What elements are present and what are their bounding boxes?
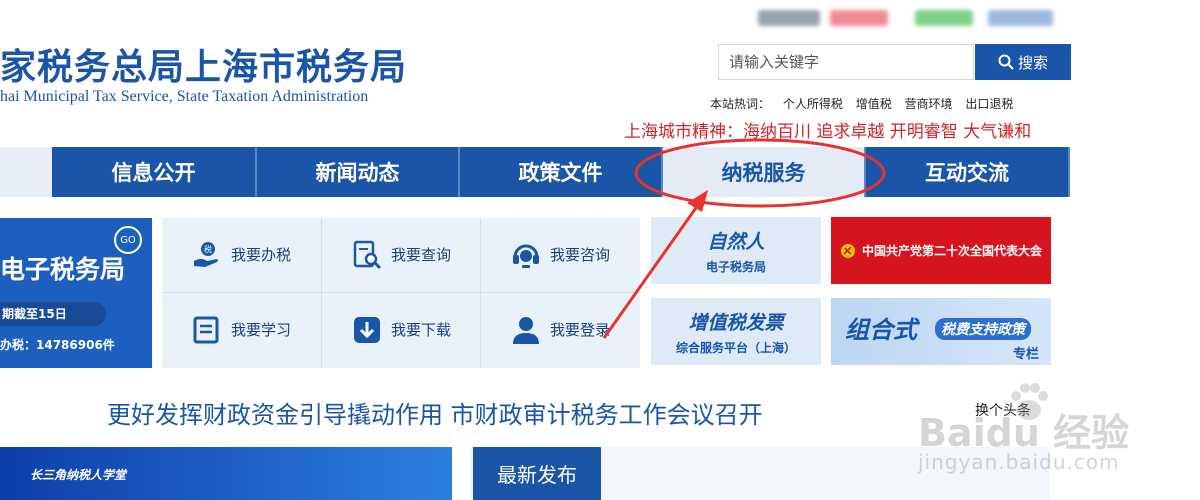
hot-keywords-label: 本站热词：	[710, 97, 771, 111]
svg-text:税: 税	[204, 244, 212, 254]
policy-big: 组合式	[845, 316, 917, 344]
policy-middle: 税费支持政策	[935, 318, 1031, 340]
card-subtitle: 综合服务平台（上海）	[675, 340, 796, 355]
service-query[interactable]: 我要查询	[322, 218, 480, 291]
site-title: 家税务总局上海市税务局	[0, 47, 408, 88]
search-button[interactable]: 搜索	[975, 44, 1071, 80]
nav-home-tab[interactable]	[0, 147, 52, 197]
watermark-url: jingyan.baidu.com	[918, 450, 1120, 474]
service-learn[interactable]: 我要学习	[162, 293, 320, 366]
blurred-link[interactable]	[830, 10, 888, 26]
baidu-watermark: Baidu 经验 jingyan.baidu.com	[918, 378, 1200, 500]
user-icon	[510, 314, 542, 346]
service-do-tax[interactable]: 税 我要办税	[162, 218, 320, 291]
party-emblem-icon	[840, 243, 855, 258]
vat-invoice-platform-card[interactable]: 增值税发票 综合服务平台（上海）	[651, 298, 821, 365]
service-login[interactable]: 我要登录	[481, 293, 639, 366]
service-label: 我要查询	[390, 246, 451, 264]
nav-item-tax-service[interactable]: 纳税服务	[663, 147, 866, 197]
hot-keyword-link[interactable]: 增值税	[856, 97, 892, 111]
service-label: 我要办税	[230, 246, 291, 264]
go-icon[interactable]: GO	[114, 226, 142, 254]
search-input[interactable]: 请输入关键字	[718, 44, 974, 80]
headline-link[interactable]: 更好发挥财政资金引导撬动作用 市财政审计税务工作会议召开	[107, 395, 763, 430]
site-subtitle-en: hai Municipal Tax Service, State Taxatio…	[0, 88, 369, 105]
city-spirit-slogan: 上海城市精神：海纳百川 追求卓越 开明睿智 大气谦和	[624, 122, 1032, 142]
search-icon	[998, 54, 1014, 70]
watermark-brand: Baidu 经验	[918, 411, 1130, 455]
blurred-link[interactable]	[758, 10, 820, 26]
card-title: 自然人	[707, 230, 765, 253]
card-subtitle: 电子税务局	[705, 259, 766, 274]
hot-keywords: 本站热词： 个人所得税 增值税 营商环境 出口退税	[710, 95, 1022, 112]
search-button-label: 搜索	[1017, 53, 1048, 72]
hot-keyword-link[interactable]: 个人所得税	[783, 97, 843, 111]
etax-count: 办税：14786906件	[0, 338, 115, 352]
tab-latest-release[interactable]: 最新发布	[473, 447, 601, 500]
nav-item-info-disclosure[interactable]: 信息公开	[52, 147, 257, 197]
search-doc-icon	[351, 239, 383, 271]
hot-keyword-link[interactable]: 出口退税	[965, 97, 1013, 111]
book-icon	[191, 314, 223, 346]
service-label: 我要下载	[390, 321, 451, 339]
service-label: 我要咨询	[549, 246, 610, 264]
service-consult[interactable]: 我要咨询	[481, 218, 639, 291]
party-congress-banner[interactable]: 中国共产党第二十次全国代表大会	[831, 217, 1051, 284]
nav-item-interaction[interactable]: 互动交流	[866, 147, 1070, 197]
blurred-link[interactable]	[915, 10, 973, 26]
combined-tax-policy-banner[interactable]: 组合式 税费支持政策 专栏	[831, 298, 1051, 365]
policy-small: 专栏	[1013, 347, 1040, 362]
card-title: 增值税发票	[688, 311, 784, 334]
hot-keyword-link[interactable]: 营商环境	[905, 97, 953, 111]
etax-deadline: 期截至15日	[0, 302, 106, 326]
download-icon	[351, 314, 383, 346]
etax-title: 电子税务局	[0, 255, 126, 284]
service-grid: 税 我要办税 我要查询 我要咨询 我要学习 我要下载 我要登录	[162, 218, 640, 368]
service-download[interactable]: 我要下载	[322, 293, 480, 366]
etax-banner[interactable]: 电子税务局 GO 期截至15日 办税：14786906件	[0, 218, 152, 368]
headset-icon	[510, 239, 542, 271]
blurred-link[interactable]	[988, 10, 1053, 26]
service-label: 我要登录	[549, 321, 610, 339]
hand-coin-icon: 税	[191, 239, 223, 271]
nav-item-policy-docs[interactable]: 政策文件	[460, 147, 663, 197]
nav-item-news[interactable]: 新闻动态	[257, 147, 460, 197]
banner-label: 长三角纳税人学堂	[30, 468, 127, 482]
service-label: 我要学习	[230, 321, 291, 339]
natural-person-etax-card[interactable]: 自然人 电子税务局	[651, 217, 821, 284]
banner-label: 中国共产党第二十次全国代表大会	[861, 244, 1042, 258]
